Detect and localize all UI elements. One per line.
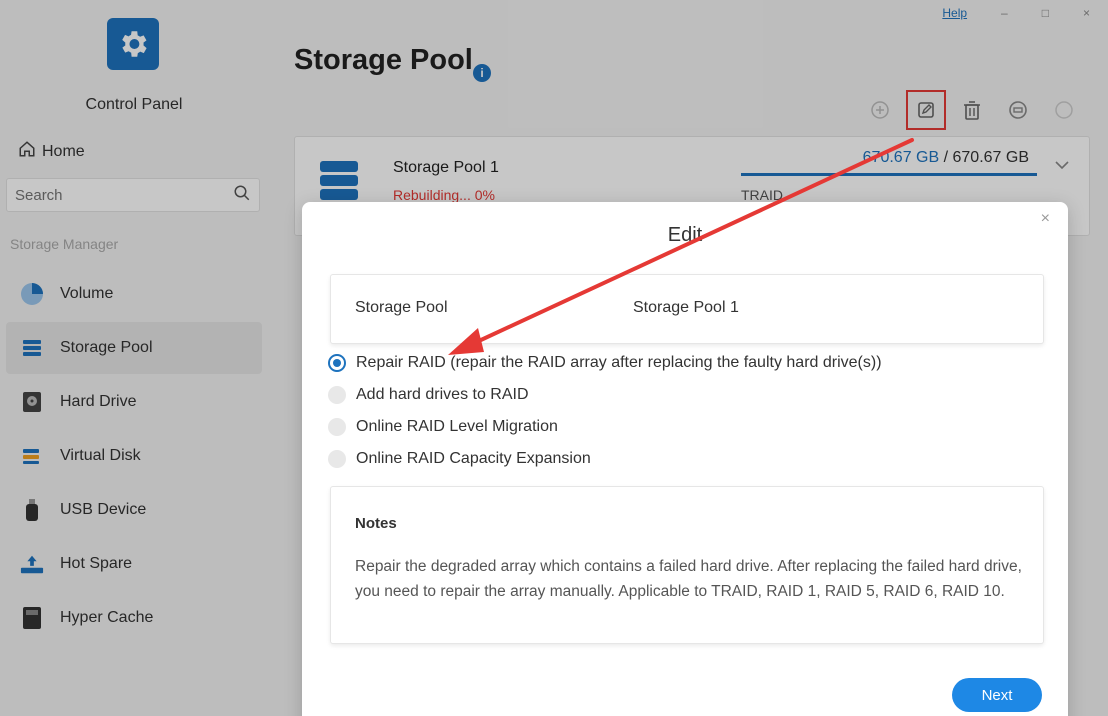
option-add-hard-drives[interactable]: Add hard drives to RAID	[328, 386, 529, 404]
option-label: Online RAID Capacity Expansion	[356, 450, 591, 467]
notes-title: Notes	[355, 515, 397, 532]
edit-dialog: Edit × Storage Pool Storage Pool 1 Repai…	[302, 202, 1068, 716]
radio-raid-level-migration[interactable]	[328, 418, 346, 436]
option-label: Repair RAID (repair the RAID array after…	[356, 354, 882, 371]
radio-repair-raid[interactable]	[328, 354, 346, 372]
option-label: Add hard drives to RAID	[356, 386, 529, 403]
close-icon[interactable]: ×	[1041, 210, 1050, 228]
option-label: Online RAID Level Migration	[356, 418, 558, 435]
info-value: Storage Pool 1	[633, 299, 739, 316]
pool-info-box: Storage Pool Storage Pool 1	[330, 274, 1044, 344]
radio-add-hard-drives[interactable]	[328, 386, 346, 404]
option-raid-level-migration[interactable]: Online RAID Level Migration	[328, 418, 558, 436]
option-repair-raid[interactable]: Repair RAID (repair the RAID array after…	[328, 354, 882, 372]
option-raid-capacity-expansion[interactable]: Online RAID Capacity Expansion	[328, 450, 591, 468]
dialog-title: Edit	[667, 224, 703, 246]
notes-box: Notes Repair the degraded array which co…	[330, 486, 1044, 644]
info-label: Storage Pool	[355, 299, 448, 316]
notes-text: Repair the degraded array which contains…	[355, 558, 1022, 600]
next-button[interactable]: Next	[952, 678, 1042, 712]
radio-raid-capacity-expansion[interactable]	[328, 450, 346, 468]
